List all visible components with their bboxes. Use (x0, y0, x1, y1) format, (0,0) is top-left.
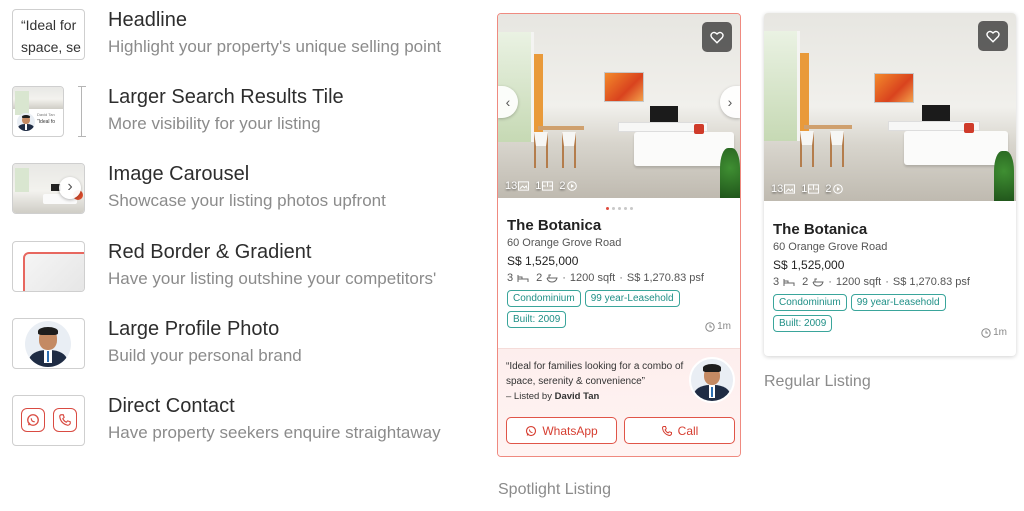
feature-subtitle: Showcase your listing photos upfront (108, 191, 386, 210)
listing-specs: 3 2 · 1200 sqft · S$ 1,270.83 psf (507, 272, 704, 284)
floorplan-icon (808, 184, 820, 194)
media-counts: 13 1 2 (771, 183, 843, 195)
feature-title: Larger Search Results Tile (108, 86, 344, 108)
agent-profile-photo[interactable] (689, 357, 735, 403)
media-counts: 13 1 2 (505, 180, 577, 192)
size-bracket (78, 86, 86, 137)
bed-icon (517, 274, 529, 282)
listing-price: S$ 1,525,000 (773, 258, 845, 272)
feature-image-carousel: › Image Carousel Showcase your listing p… (12, 163, 482, 219)
listing-specs: 3 2 · 1200 sqft · S$ 1,270.83 psf (773, 276, 970, 288)
bath-icon (812, 278, 824, 287)
feature-subtitle: Have your listing outshine your competit… (108, 269, 437, 288)
carousel-dot (617, 207, 621, 210)
listing-address: 60 Orange Grove Road (773, 241, 888, 253)
profile-photo-thumbnail (12, 318, 85, 369)
phone-icon (53, 408, 77, 432)
listing-headline-quote: “Ideal for families looking for a combo … (506, 361, 684, 387)
feature-title: Headline (108, 9, 187, 31)
tag-tenure: 99 year-Leasehold (850, 294, 946, 311)
carousel-thumbnail: › (12, 163, 85, 214)
feature-profile-photo: Large Profile Photo Build your personal … (12, 318, 482, 374)
listing-photo[interactable]: ‹ › 13 1 2 (498, 14, 740, 198)
agent-avatar (25, 321, 71, 367)
feature-red-border: Red Border & Gradient Have your listing … (12, 241, 482, 297)
feature-subtitle: Highlight your property's unique selling… (108, 37, 442, 56)
floorplan-icon (542, 181, 554, 191)
feature-headline: “Ideal for space, se Headline Highlight y… (12, 9, 482, 65)
listing-price: S$ 1,525,000 (507, 254, 579, 268)
carousel-dot (629, 207, 633, 210)
bed-icon (783, 278, 795, 286)
feature-direct-contact: Direct Contact Have property seekers enq… (12, 395, 482, 451)
direct-contact-thumbnail (12, 395, 85, 446)
carousel-dot (605, 207, 609, 210)
whatsapp-icon (526, 425, 537, 436)
carousel-dots (498, 207, 740, 210)
spotlight-listing-card[interactable]: ‹ › 13 1 2 The Botanica 60 Orange Grove … (497, 13, 741, 457)
spotlight-agent-section: “Ideal for families looking for a combo … (498, 348, 740, 456)
video-icon (832, 184, 843, 194)
carousel-next-chevron-icon[interactable]: › (720, 86, 740, 118)
carousel-dot (611, 207, 615, 210)
agent-name: David Tan (554, 391, 600, 402)
phone-icon (661, 425, 672, 436)
chevron-right-icon: › (59, 177, 81, 199)
whatsapp-button[interactable]: WhatsApp (506, 417, 617, 444)
feature-subtitle: Build your personal brand (108, 346, 302, 365)
feature-subtitle: Have property seekers enquire straightaw… (108, 423, 441, 442)
favorite-heart-icon[interactable] (978, 21, 1008, 51)
listing-time: 1m (705, 321, 731, 332)
listing-tags: Condominium 99 year-Leasehold Built: 200… (773, 294, 973, 332)
listing-address: 60 Orange Grove Road (507, 237, 622, 249)
whatsapp-icon (21, 408, 45, 432)
feature-title: Image Carousel (108, 163, 250, 185)
bath-icon (546, 274, 558, 283)
tag-built-year: Built: 2009 (773, 315, 833, 332)
listing-tags: Condominium 99 year-Leasehold Built: 200… (507, 290, 707, 328)
listing-info: The Botanica 60 Orange Grove Road S$ 1,5… (773, 221, 1007, 332)
listed-by: – Listed by David Tan (506, 391, 600, 402)
larger-tile-thumbnail: David Tan “Ideal fo (12, 86, 64, 137)
listing-time: 1m (981, 327, 1007, 338)
agent-avatar-mini (17, 113, 35, 131)
photo-icon (518, 181, 530, 191)
feature-title: Direct Contact (108, 395, 235, 417)
red-border-thumbnail (12, 241, 85, 292)
tag-built-year: Built: 2009 (507, 311, 567, 328)
video-icon (566, 181, 577, 191)
listing-info: The Botanica 60 Orange Grove Road S$ 1,5… (507, 217, 731, 328)
tag-tenure: 99 year-Leasehold (584, 290, 680, 307)
listing-name[interactable]: The Botanica (507, 217, 731, 234)
feature-title: Red Border & Gradient (108, 241, 312, 263)
listing-photo[interactable]: 13 1 2 (764, 13, 1016, 201)
photo-icon (784, 184, 796, 194)
regular-listing-card[interactable]: 13 1 2 The Botanica 60 Orange Grove Road… (764, 13, 1016, 356)
listing-name[interactable]: The Botanica (773, 221, 1007, 238)
headline-thumbnail: “Ideal for space, se (12, 9, 85, 60)
call-button[interactable]: Call (624, 417, 735, 444)
feature-subtitle: More visibility for your listing (108, 114, 321, 133)
tag-property-type: Condominium (773, 294, 847, 311)
feature-larger-tile: David Tan “Ideal fo Larger Search Result… (12, 86, 482, 142)
feature-title: Large Profile Photo (108, 318, 280, 340)
carousel-dot (623, 207, 627, 210)
clock-icon (705, 321, 715, 332)
spotlight-caption: Spotlight Listing (498, 481, 611, 498)
tag-property-type: Condominium (507, 290, 581, 307)
clock-icon (981, 327, 991, 338)
regular-caption: Regular Listing (764, 373, 871, 390)
favorite-heart-icon[interactable] (702, 22, 732, 52)
